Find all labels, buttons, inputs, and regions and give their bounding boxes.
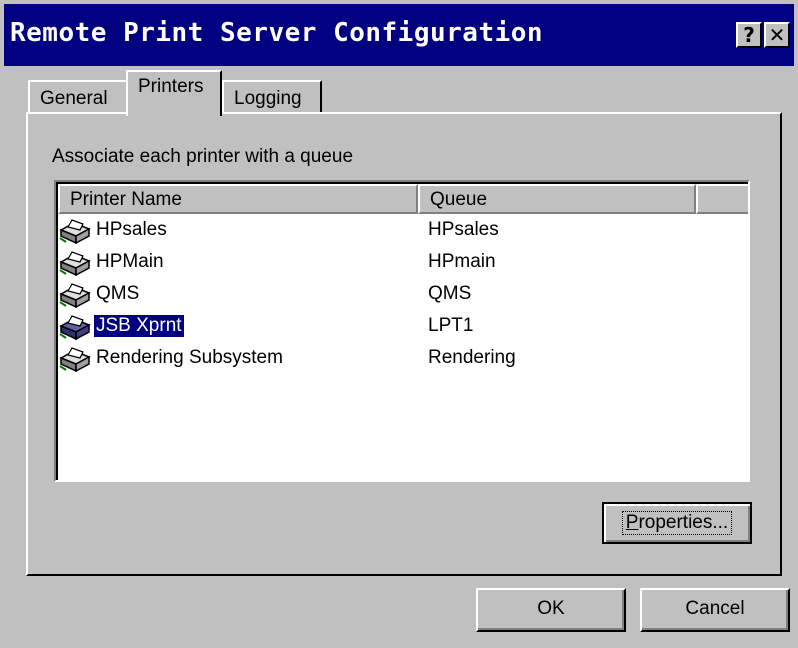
printer-icon	[58, 346, 92, 374]
printer-list[interactable]: Printer Name Queue HPsales HPsales HPMain H…	[54, 180, 750, 482]
help-button[interactable]: ?	[736, 22, 762, 48]
printer-icon	[58, 314, 92, 342]
title-bar[interactable]: Remote Print Server Configuration ? ✕	[4, 4, 794, 66]
printer-icon	[58, 250, 92, 278]
tab-label: Printers	[138, 76, 204, 97]
list-item[interactable]: HPsales HPsales	[58, 216, 748, 248]
properties-button[interactable]: Properties...	[602, 502, 752, 544]
printer-icon	[58, 282, 92, 310]
queue-cell: QMS	[428, 283, 472, 304]
printer-name-cell: HPsales	[96, 219, 167, 240]
printer-name-cell: HPMain	[96, 251, 164, 272]
properties-mnemonic: P	[625, 512, 639, 533]
column-header-printer-name[interactable]: Printer Name	[58, 184, 418, 214]
tab-general[interactable]: General	[28, 80, 128, 114]
cancel-button[interactable]: Cancel	[640, 588, 790, 632]
queue-cell: LPT1	[428, 315, 474, 336]
column-header-filler	[696, 184, 748, 214]
window-title: Remote Print Server Configuration	[10, 18, 544, 48]
panel-description: Associate each printer with a queue	[52, 146, 354, 167]
printer-icon	[58, 218, 92, 246]
tab-printers[interactable]: Printers	[126, 70, 222, 116]
tab-label: Logging	[234, 88, 302, 109]
ok-button[interactable]: OK	[476, 588, 626, 632]
column-header-queue[interactable]: Queue	[418, 184, 696, 214]
list-item[interactable]: HPMain HPmain	[58, 248, 748, 280]
queue-cell: HPsales	[428, 219, 499, 240]
list-item[interactable]: Rendering Subsystem Rendering	[58, 344, 748, 376]
dialog-window: Remote Print Server Configuration ? ✕ Ge…	[0, 0, 798, 648]
printer-list-body: Printer Name Queue HPsales HPsales HPMain H…	[56, 182, 748, 480]
printer-name-cell: JSB Xprnt	[93, 314, 185, 338]
queue-cell: HPmain	[428, 251, 496, 272]
printer-name-cell: Rendering Subsystem	[96, 347, 283, 368]
queue-cell: Rendering	[428, 347, 516, 368]
tab-logging[interactable]: Logging	[222, 80, 322, 114]
list-item[interactable]: JSB Xprnt LPT1	[58, 312, 748, 344]
properties-label-rest: roperties...	[638, 512, 729, 533]
list-item[interactable]: QMS QMS	[58, 280, 748, 312]
close-button[interactable]: ✕	[764, 22, 790, 48]
properties-label: Properties...	[621, 511, 733, 535]
tab-label: General	[40, 88, 108, 109]
printer-name-cell: QMS	[96, 283, 140, 304]
printers-panel: Associate each printer with a queue Prin…	[26, 112, 782, 576]
